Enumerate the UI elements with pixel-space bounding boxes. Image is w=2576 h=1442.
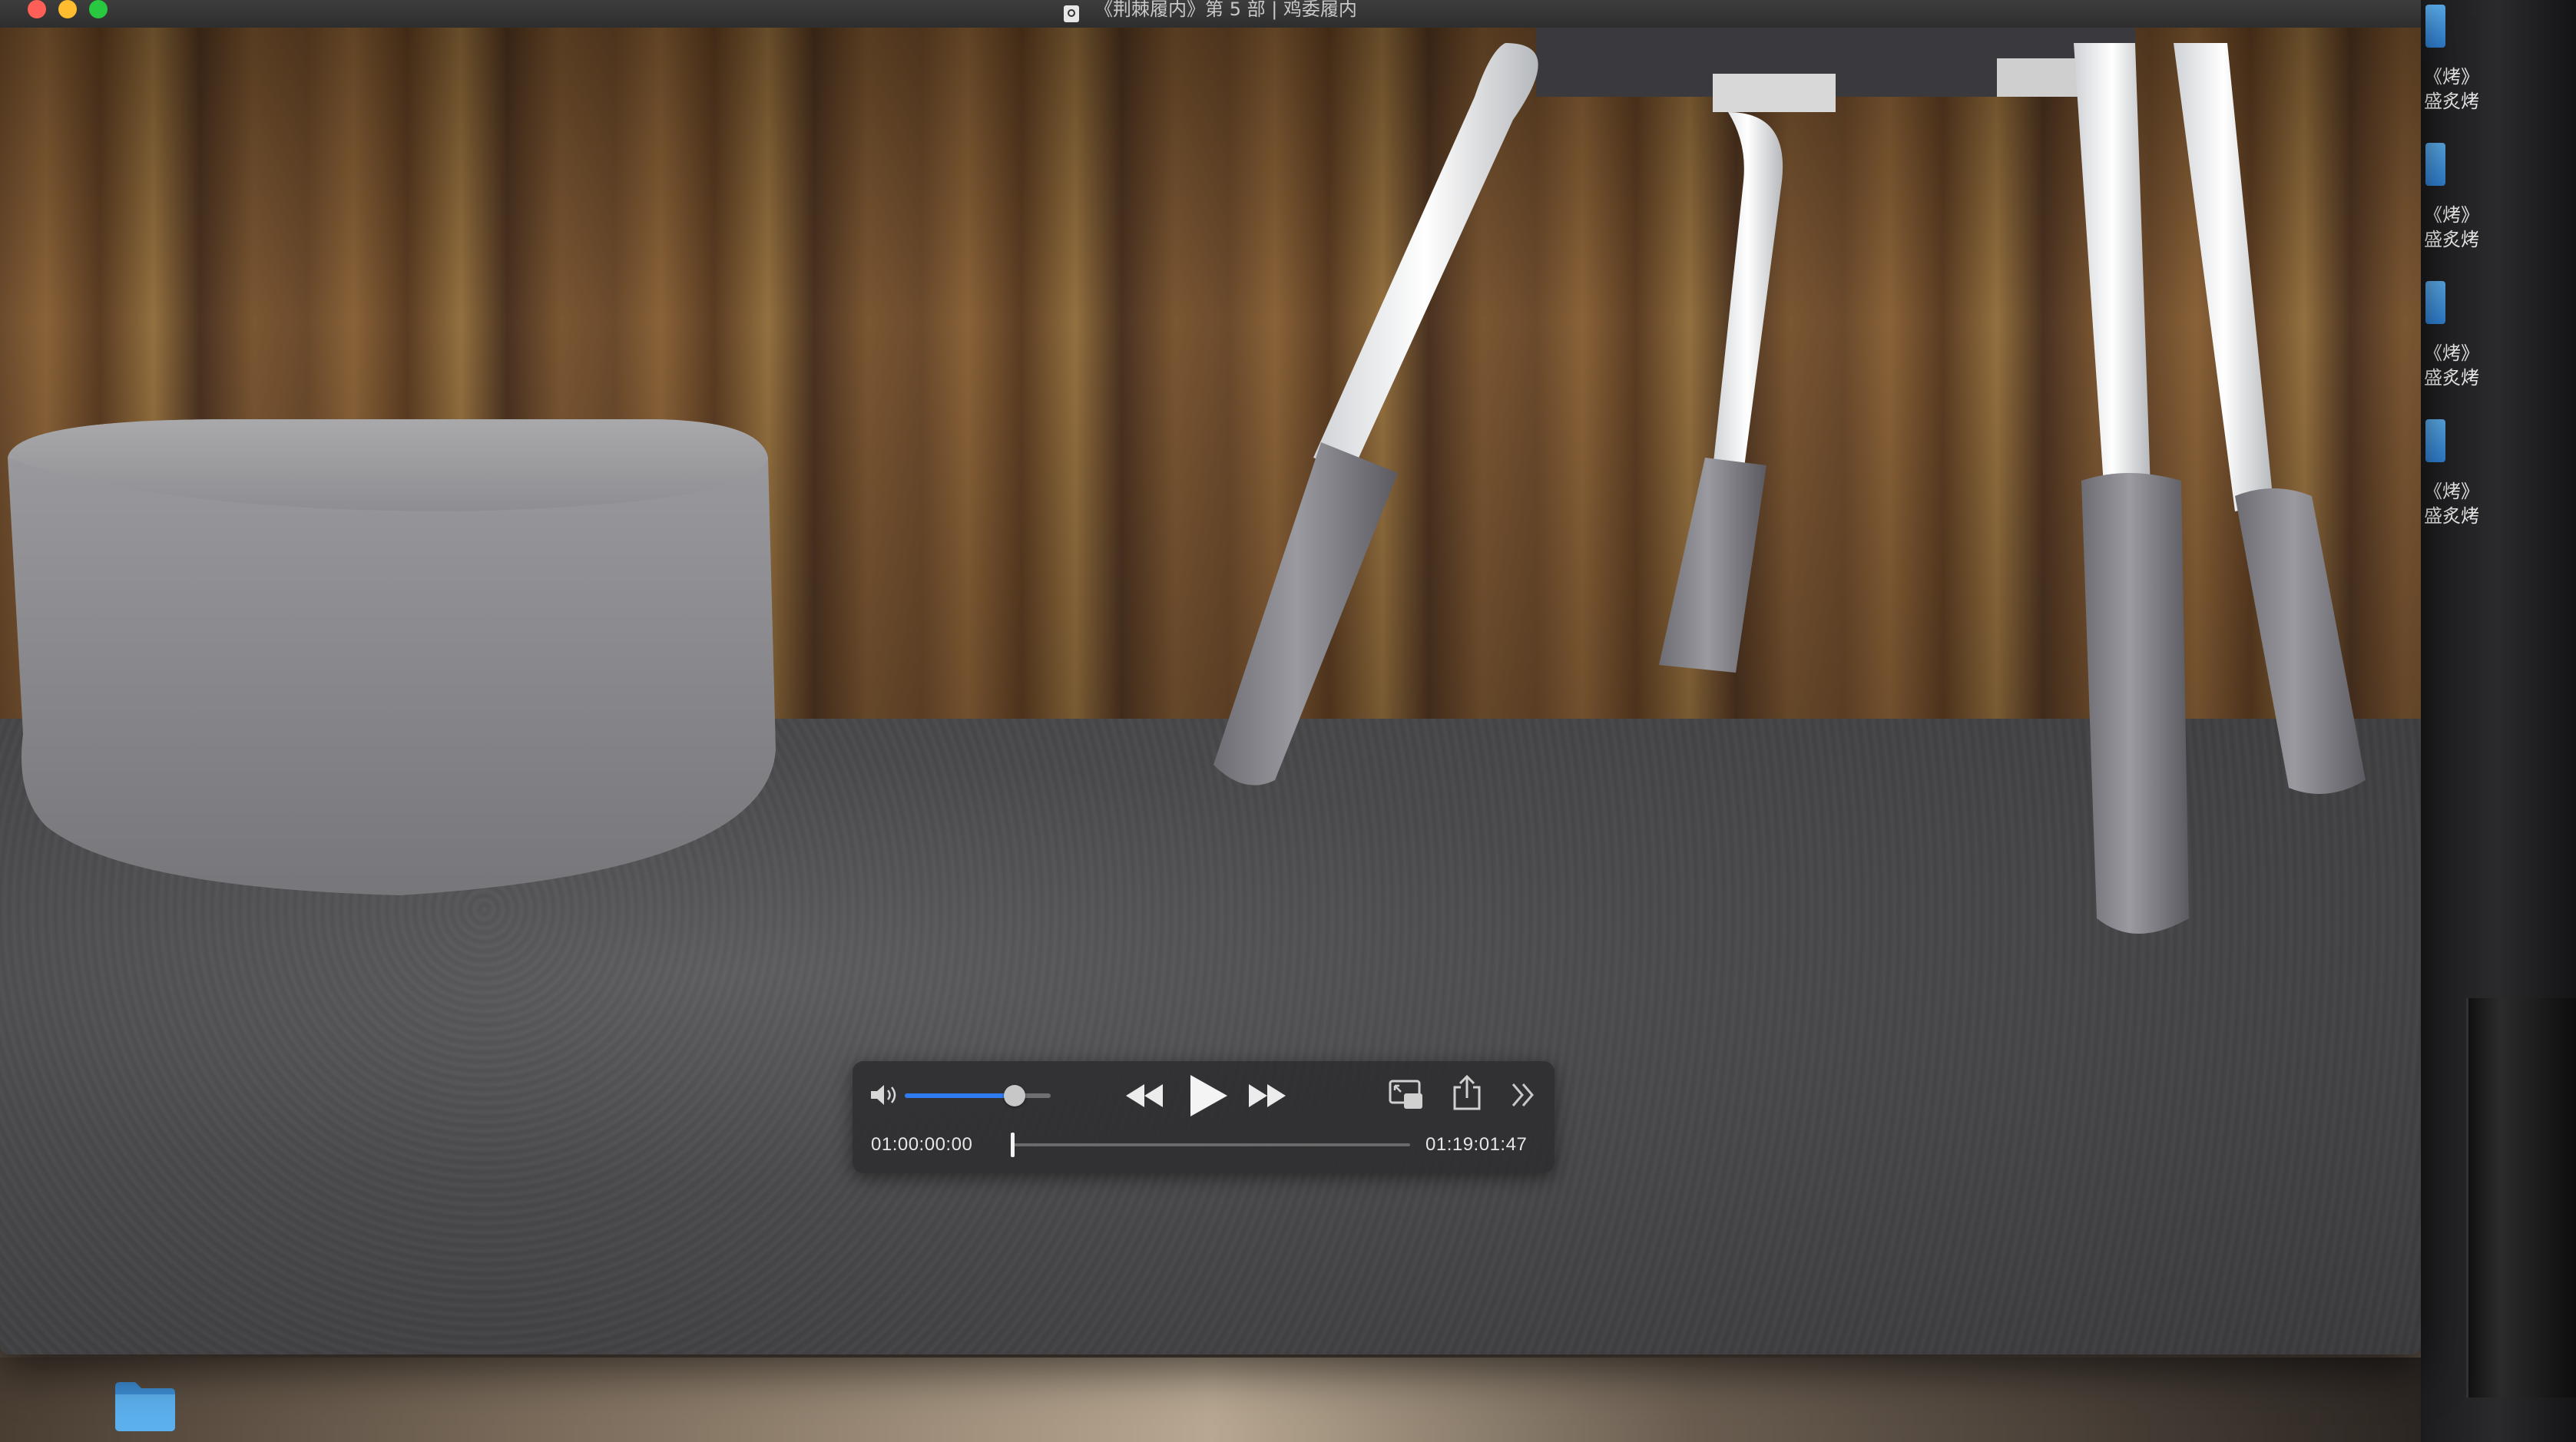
folder-icon[interactable]	[112, 1379, 177, 1433]
desktop-sidebar-files: 《烤》 盛炙烤 《烤》 盛炙烤 《烤》 盛炙烤 《烤》 盛炙烤	[2421, 0, 2576, 1442]
playback-controls[interactable]: 01:00:00:00 01:19:01:47	[853, 1061, 1555, 1173]
video-player-window[interactable]: 《荆棘履内》第 5 部 | 鸡委履内 01:00:00:00 01:19:01:…	[0, 0, 2421, 1354]
document-proxy-icon[interactable]	[1064, 5, 1080, 22]
document-icon	[2425, 419, 2445, 462]
rewind-button[interactable]	[1124, 1081, 1164, 1110]
desktop-file-label: 《烤》 盛炙烤	[2424, 481, 2479, 527]
picture-in-picture-icon[interactable]	[1389, 1080, 1424, 1110]
volume-slider-thumb[interactable]	[1003, 1085, 1025, 1106]
more-chevron-icon[interactable]	[1510, 1081, 1536, 1109]
volume-slider[interactable]	[905, 1085, 1051, 1106]
desktop-file[interactable]: 《烤》 盛炙烤	[2421, 419, 2576, 557]
desktop-background-object	[2466, 998, 2576, 1397]
share-icon[interactable]	[1452, 1075, 1482, 1110]
video-scene-chair	[1214, 28, 2366, 934]
document-icon	[2425, 281, 2445, 324]
window-title: 《荆棘履内》第 5 部 | 鸡委履内	[1094, 0, 1357, 20]
document-icon	[2425, 5, 2445, 48]
current-time: 01:00:00:00	[871, 1134, 973, 1155]
desktop-file[interactable]: 《烤》 盛炙烤	[2421, 281, 2576, 419]
volume-level	[905, 1093, 1015, 1098]
fast-forward-button[interactable]	[1247, 1081, 1287, 1110]
volume-icon[interactable]	[869, 1083, 900, 1107]
playback-scrubber[interactable]	[1011, 1133, 1410, 1157]
video-frame[interactable]: 01:00:00:00 01:19:01:47	[0, 28, 2421, 1354]
title-bar[interactable]: 《荆棘履内》第 5 部 | 鸡委履内	[0, 0, 2421, 28]
desktop-bottom-area	[0, 1358, 2421, 1442]
desktop: 《烤》 盛炙烤 《烤》 盛炙烤 《烤》 盛炙烤 《烤》 盛炙烤 《荆棘履内》第 …	[0, 0, 2576, 1442]
document-icon	[2425, 143, 2445, 186]
desktop-file[interactable]: 《烤》 盛炙烤	[2421, 5, 2576, 143]
desktop-file-label: 《烤》 盛炙烤	[2424, 66, 2479, 112]
total-time: 01:19:01:47	[1425, 1134, 1528, 1155]
playhead[interactable]	[1011, 1133, 1015, 1157]
desktop-file[interactable]: 《烤》 盛炙烤	[2421, 143, 2576, 281]
play-button[interactable]	[1184, 1072, 1230, 1120]
desktop-file-label: 《烤》 盛炙烤	[2424, 204, 2479, 250]
video-scene-cushion	[8, 419, 776, 895]
desktop-file-label: 《烤》 盛炙烤	[2424, 342, 2479, 389]
